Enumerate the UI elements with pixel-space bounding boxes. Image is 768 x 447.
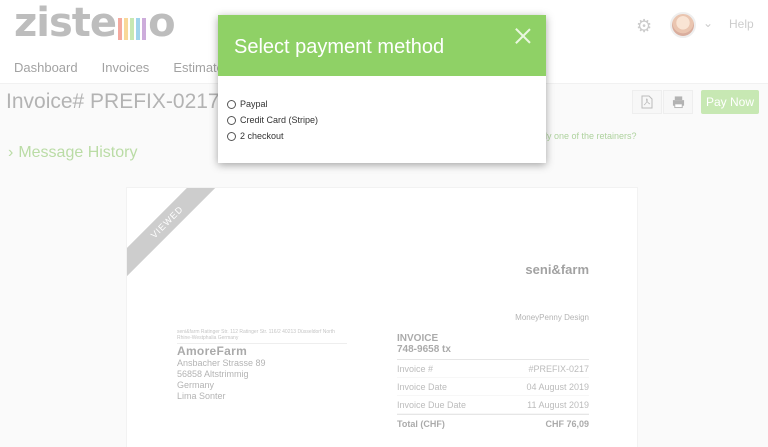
modal-title: Select payment method <box>234 36 445 58</box>
modal-header: Select payment method <box>218 15 546 76</box>
payment-option-2checkout[interactable]: 2 checkout <box>227 128 318 144</box>
radio-button[interactable] <box>227 99 236 109</box>
payment-option-stripe[interactable]: Credit Card (Stripe) <box>227 112 318 128</box>
radio-button[interactable] <box>227 115 236 125</box>
radio-button[interactable] <box>227 131 236 141</box>
payment-method-modal: Select payment method Paypal Credit Card… <box>218 15 546 163</box>
close-icon[interactable] <box>515 28 531 44</box>
payment-options: Paypal Credit Card (Stripe) 2 checkout <box>227 96 318 144</box>
payment-option-paypal[interactable]: Paypal <box>227 96 318 112</box>
